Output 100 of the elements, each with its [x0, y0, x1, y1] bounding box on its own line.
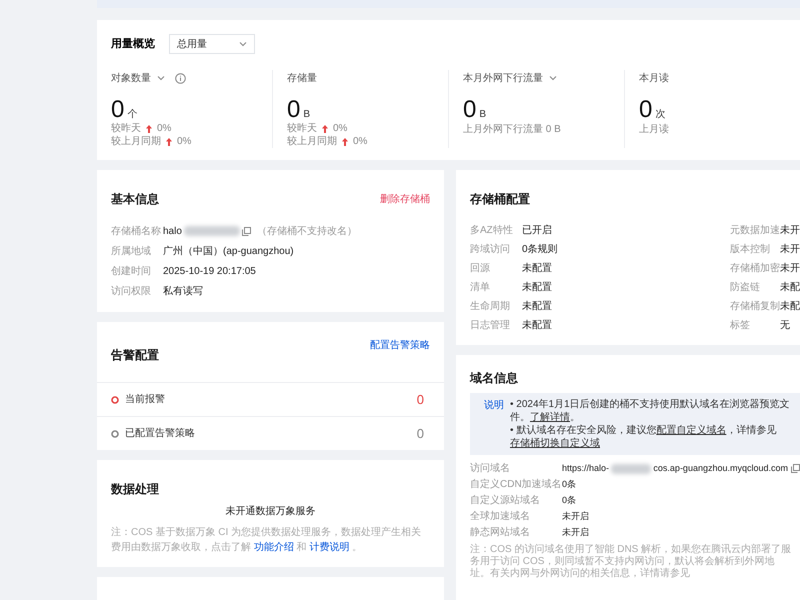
- alarm-label: 已配置告警策略: [125, 426, 196, 441]
- bullet: •: [510, 399, 514, 410]
- field-label: 访问权限: [111, 284, 152, 298]
- comparison-label: 较上月同期: [111, 134, 161, 149]
- notice-link[interactable]: 了解详情: [530, 412, 570, 423]
- metric-note: 上月外网下行流量 0 B: [463, 122, 562, 135]
- scope-select[interactable]: 总用量: [169, 34, 255, 54]
- config-label: 跨域访问: [470, 242, 511, 256]
- notice-link[interactable]: 配置自定义域名: [656, 425, 726, 436]
- field-value: halo: [163, 224, 182, 238]
- config-value: 未配: [780, 280, 800, 294]
- domain-label: 访问域名: [470, 462, 511, 476]
- up-arrow-icon: [146, 124, 152, 132]
- metric-value: 0: [111, 98, 124, 122]
- config-value: 未配置: [522, 318, 552, 332]
- card-title: 用量概览: [111, 36, 155, 52]
- notice-link[interactable]: 存储桶切换自定义域: [510, 438, 600, 449]
- field-note: （存储桶不支持改名）: [256, 224, 357, 238]
- bullet: •: [510, 425, 514, 436]
- alarm-count: 0: [416, 424, 424, 443]
- metric-unit: 个: [127, 108, 138, 122]
- info-icon[interactable]: [175, 72, 186, 84]
- comparison-label: 较昨天: [287, 122, 317, 136]
- domain-label: 全球加速域名: [470, 510, 531, 524]
- field-value: 2025-10-19 20:17:05: [163, 264, 256, 278]
- up-arrow-icon: [322, 124, 328, 132]
- copy-icon[interactable]: [242, 226, 251, 236]
- metric-label: 本月读: [639, 72, 669, 86]
- field-label: 创建时间: [111, 264, 152, 278]
- comparison-change: 0%: [333, 122, 348, 136]
- comparison-label: 较上月同期: [287, 134, 337, 149]
- comparison-change: 0%: [353, 135, 368, 149]
- config-value: 未开: [780, 262, 800, 276]
- metric-value: 0: [463, 98, 476, 122]
- field-value: 广州（中国）(ap-guangzhou): [163, 244, 294, 258]
- configure-alarm-link[interactable]: 配置告警策略: [370, 338, 430, 364]
- field-label: 所属地域: [111, 244, 152, 258]
- domain-label: 自定义CDN加速域名: [470, 478, 562, 492]
- metric-unit: B: [303, 108, 310, 122]
- metric-label: 本月外网下行流量: [463, 72, 543, 86]
- copy-icon[interactable]: [791, 464, 800, 473]
- comparison-label: 较昨天: [111, 122, 141, 136]
- config-label: 版本控制: [730, 242, 771, 256]
- domain-value: 未开启: [562, 526, 589, 539]
- domain-value: 0条: [562, 478, 576, 491]
- config-value: 已开启: [522, 224, 552, 238]
- card-title: 存储桶配置: [470, 191, 531, 208]
- metric-unit: 次: [655, 108, 666, 122]
- notice-tag: 说明: [484, 398, 504, 450]
- alarm-count: 0: [416, 390, 424, 409]
- domain-value: 未开启: [562, 510, 589, 523]
- notice-text: • 默认域名存在安全风险，建议您配置自定义域名，详情参见 存储桶切换自定义域: [510, 424, 778, 450]
- comparison-change: 0%: [157, 122, 172, 136]
- config-value: 未配置: [522, 280, 552, 294]
- card-title: 基本信息: [111, 191, 159, 208]
- metric-value: 0: [639, 98, 652, 122]
- chevron-down-icon: [239, 40, 247, 48]
- config-value: 未配置: [522, 262, 552, 276]
- comparison-change: 0%: [177, 135, 192, 149]
- metric-value: 0: [287, 98, 300, 122]
- config-value: 未开: [780, 242, 800, 256]
- config-value: 未配: [780, 300, 800, 314]
- domain-value: cos.ap-guangzhou.myqcloud.com: [653, 462, 788, 475]
- config-label: 回源: [470, 262, 491, 276]
- domain-label: 自定义源站域名: [470, 494, 541, 508]
- up-arrow-icon: [166, 138, 172, 146]
- config-label: 存储桶加密: [730, 262, 780, 276]
- config-value: 未配置: [522, 300, 552, 314]
- pricing-link[interactable]: 计费说明: [309, 542, 350, 553]
- domain-value: 0条: [562, 494, 576, 507]
- metric-label: 对象数量: [111, 72, 151, 86]
- config-label: 清单: [470, 280, 491, 294]
- card-title: 数据处理: [111, 481, 160, 498]
- alarm-label: 当前报警: [125, 392, 166, 407]
- note-text: 注：COS 基于数据万象 CI 为您提供数据处理服务，数据处理产生相关费用由数据万象收取，点击了解 功能介绍 和 计费说明 。: [111, 526, 422, 555]
- domain-label: 静态网站域名: [470, 526, 531, 540]
- feature-link[interactable]: 功能介绍: [254, 542, 294, 553]
- notice-text: • 2024年1月1日后创建的桶不支持使用默认域名在浏览器预览文件。了解详情。: [510, 398, 791, 424]
- card-title: 告警配置: [111, 347, 159, 364]
- config-label: 存储桶复制: [730, 300, 780, 314]
- metric-label: 存储量: [287, 72, 317, 86]
- config-value: 无: [780, 318, 790, 332]
- domain-value: https://halo-: [562, 462, 610, 475]
- field-value: 私有读写: [163, 284, 203, 298]
- note-text: 注：COS 的访问域名使用了智能 DNS 解析，如果您在腾讯云内部署了服务用于访问 COS，则同域暂不支持内网访问，默认将会解析到外网地址。有关内网与外网访问的相关信息，详情请参见: [470, 544, 792, 580]
- config-label: 生命周期: [470, 300, 511, 314]
- config-label: 防盗链: [730, 280, 761, 294]
- config-value: 0条规则: [522, 242, 558, 256]
- delete-bucket-link[interactable]: 删除存储桶: [380, 192, 430, 206]
- field-label: 存储桶名称: [111, 224, 162, 238]
- config-label: 日志管理: [470, 318, 511, 332]
- up-arrow-icon: [342, 138, 348, 146]
- config-label: 元数据加速: [730, 224, 780, 238]
- config-label: 多AZ特性: [470, 224, 514, 238]
- metric-unit: B: [479, 108, 486, 122]
- service-status: 未开通数据万象服务: [226, 504, 316, 519]
- config-value: 未开: [780, 224, 800, 238]
- config-label: 标签: [730, 318, 751, 332]
- card-title: 域名信息: [470, 370, 519, 387]
- metric-note: 上月读: [639, 122, 670, 135]
